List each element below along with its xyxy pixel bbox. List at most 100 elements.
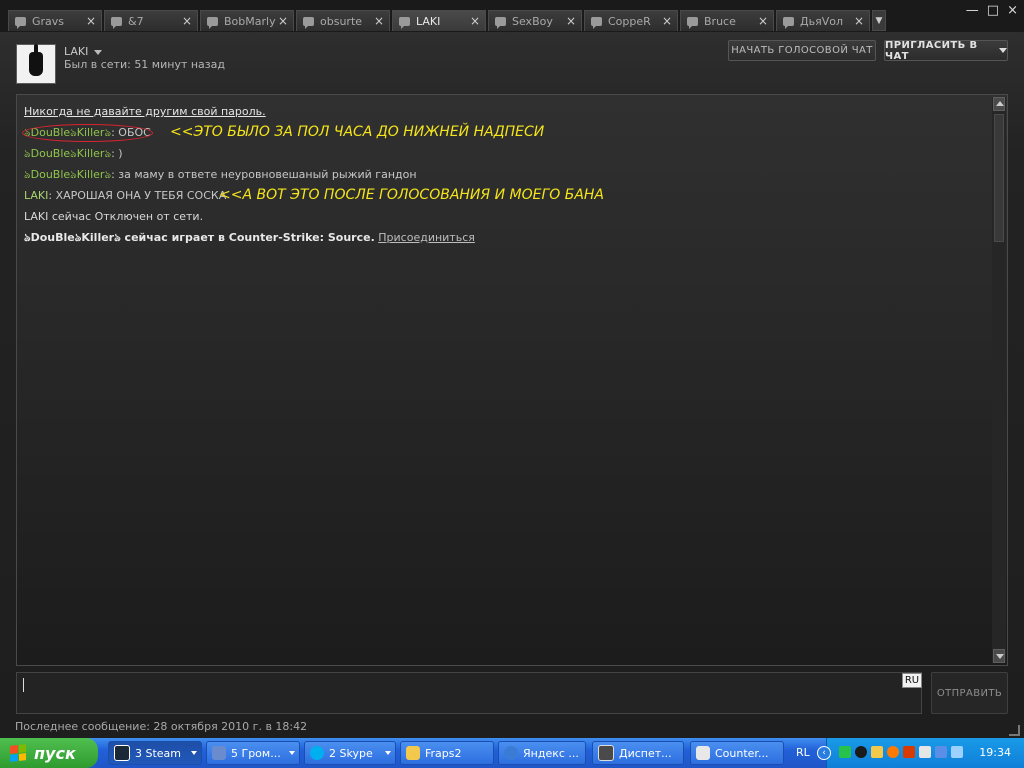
chat-message: LAKI: ХАРОШАЯ ОНА У ТЕБЯ СОСКА <<А ВОТ Э… bbox=[24, 185, 984, 206]
tab-bobmarly[interactable]: BobMarly × bbox=[200, 10, 294, 31]
chat-window: LAKI Был в сети: 51 минут назад НАЧАТЬ Г… bbox=[0, 32, 1024, 738]
tray-expand-icon[interactable]: ‹ bbox=[817, 746, 831, 760]
tray-app-icon[interactable] bbox=[839, 746, 851, 758]
resize-grip-icon[interactable] bbox=[1009, 725, 1020, 736]
close-icon[interactable]: × bbox=[758, 14, 768, 28]
taskbar-button-skype[interactable]: 2 Skype bbox=[304, 741, 396, 765]
close-icon[interactable]: × bbox=[662, 14, 672, 28]
taskbar-label: 5 Гром... bbox=[231, 746, 281, 760]
join-game-link[interactable]: Присоединиться bbox=[378, 231, 475, 244]
input-language-indicator: RU bbox=[902, 673, 922, 688]
tab-label: &7 bbox=[128, 14, 144, 28]
taskbar-label: Fraps2 bbox=[425, 746, 462, 760]
tab-laki[interactable]: LAKI × bbox=[392, 10, 486, 31]
tab-sexboy[interactable]: SexBoy × bbox=[488, 10, 582, 31]
taskbar-label: Counter... bbox=[715, 746, 769, 760]
close-icon[interactable]: × bbox=[374, 14, 384, 28]
invite-label: ПРИГЛАСИТЬ В ЧАТ bbox=[885, 39, 978, 62]
close-icon[interactable]: × bbox=[470, 14, 480, 28]
tab-strip: Gravs × &7 × BobMarly × obsurte × LAKI × SexB… bbox=[0, 0, 1024, 32]
chat-bubble-icon bbox=[111, 16, 122, 29]
scroll-down-arrow-icon[interactable] bbox=[993, 649, 1005, 663]
tab-obsurte[interactable]: obsurte × bbox=[296, 10, 390, 31]
chat-history: Никогда не давайте другим свой пароль. ঌ… bbox=[16, 94, 1008, 666]
window-icon bbox=[212, 746, 226, 760]
taskbar-button-counter-strike[interactable]: Counter... bbox=[690, 741, 784, 765]
network-icon[interactable] bbox=[935, 746, 947, 758]
window-controls: — □ × bbox=[966, 3, 1018, 18]
chat-bubble-icon bbox=[399, 16, 410, 29]
tab-7[interactable]: &7 × bbox=[104, 10, 198, 31]
close-icon[interactable]: × bbox=[278, 14, 288, 28]
chat-scrollbar[interactable] bbox=[992, 97, 1006, 663]
system-tray: ‹ 19:34 bbox=[817, 738, 1024, 768]
chat-bubble-icon bbox=[495, 16, 506, 29]
scrollbar-thumb[interactable] bbox=[994, 114, 1004, 242]
tray-app-icon[interactable] bbox=[871, 746, 883, 758]
taskbar: пуск 3 Steam 5 Гром... 2 Skype Fraps2 Ян… bbox=[0, 738, 1024, 768]
chat-bubble-icon bbox=[15, 16, 26, 29]
folder-icon bbox=[406, 746, 420, 760]
volume-icon[interactable] bbox=[919, 746, 931, 758]
friend-name-menu[interactable]: LAKI bbox=[64, 45, 103, 58]
close-icon[interactable]: × bbox=[86, 14, 96, 28]
taskbar-button-steam[interactable]: 3 Steam bbox=[108, 741, 202, 765]
tray-app-icon[interactable] bbox=[903, 746, 915, 758]
status-message: ঌDouBleঌKillerঌ сейчас играет в Counter-… bbox=[24, 227, 984, 248]
close-icon[interactable]: × bbox=[182, 14, 192, 28]
chat-message: ঌDouBleঌKillerঌ: ОБОС <<ЭТО БЫЛО ЗА ПОЛ … bbox=[22, 122, 984, 143]
message-list: Никогда не давайте другим свой пароль. ঌ… bbox=[22, 101, 984, 248]
browser-icon bbox=[504, 746, 518, 760]
start-button[interactable]: пуск bbox=[0, 738, 98, 768]
send-button[interactable]: ОТПРАВИТЬ bbox=[931, 672, 1008, 714]
tab-label: Bruce bbox=[704, 14, 736, 28]
chevron-down-icon bbox=[289, 751, 295, 755]
close-window-button[interactable]: × bbox=[1007, 3, 1018, 18]
tab-bruce[interactable]: Bruce × bbox=[680, 10, 774, 31]
tab-overflow-button[interactable]: ▼ bbox=[872, 10, 886, 31]
start-label: пуск bbox=[34, 743, 76, 763]
close-icon[interactable]: × bbox=[854, 14, 864, 28]
windows-logo-icon bbox=[10, 744, 26, 762]
friend-name: LAKI bbox=[64, 45, 89, 58]
tab-gravs[interactable]: Gravs × bbox=[8, 10, 102, 31]
taskbar-button-fraps[interactable]: Fraps2 bbox=[400, 741, 494, 765]
message-sender[interactable]: ঌDouBleঌKillerঌ bbox=[24, 147, 111, 160]
chevron-down-icon: ▼ bbox=[875, 15, 883, 26]
chevron-down-icon bbox=[385, 751, 391, 755]
language-bar[interactable]: RL bbox=[796, 746, 810, 759]
taskbar-label: Диспет... bbox=[619, 746, 672, 760]
chat-message: ঌDouBleঌKillerঌ: за маму в ответе неуров… bbox=[24, 164, 984, 185]
skype-icon bbox=[310, 746, 324, 760]
maximize-button[interactable]: □ bbox=[987, 3, 999, 18]
close-icon[interactable]: × bbox=[566, 14, 576, 28]
taskbar-button-yandex[interactable]: Яндекс ... bbox=[498, 741, 586, 765]
scroll-up-arrow-icon[interactable] bbox=[993, 97, 1005, 111]
chevron-down-icon bbox=[999, 48, 1007, 53]
tab-copper[interactable]: CoppeR × bbox=[584, 10, 678, 31]
tab-dyavol[interactable]: ДьяVол × bbox=[776, 10, 870, 31]
message-input[interactable]: RU bbox=[16, 672, 922, 714]
red-highlight-circle bbox=[22, 124, 153, 142]
chat-message: ঌDouBleঌKillerঌ: ) bbox=[24, 143, 984, 164]
tray-app-icon[interactable] bbox=[951, 746, 963, 758]
chat-bubble-icon bbox=[687, 16, 698, 29]
chat-bubble-icon bbox=[783, 16, 794, 29]
avatar[interactable] bbox=[16, 44, 56, 84]
minimize-button[interactable]: — bbox=[966, 3, 979, 18]
annotation-text: <<ЭТО БЫЛО ЗА ПОЛ ЧАСА ДО НИЖНЕЙ НАДПЕСИ bbox=[170, 124, 545, 140]
taskbar-button-grom[interactable]: 5 Гром... bbox=[206, 741, 300, 765]
message-text: : за маму в ответе неуровновешаный рыжий… bbox=[111, 168, 417, 181]
invite-to-chat-button[interactable]: ПРИГЛАСИТЬ В ЧАТ bbox=[884, 39, 1008, 62]
message-sender[interactable]: LAKI bbox=[24, 189, 48, 202]
start-voice-chat-button[interactable]: НАЧАТЬ ГОЛОСОВОЙ ЧАТ bbox=[728, 40, 876, 61]
chat-bubble-icon bbox=[207, 16, 218, 29]
tray-app-icon[interactable] bbox=[887, 746, 899, 758]
taskbar-button-task-manager[interactable]: Диспет... bbox=[592, 741, 684, 765]
clock: 19:34 bbox=[979, 746, 1011, 759]
tray-steam-icon[interactable] bbox=[855, 746, 867, 758]
tab-label: Gravs bbox=[32, 14, 65, 28]
tab-label: ДьяVол bbox=[800, 14, 843, 28]
message-sender[interactable]: ঌDouBleঌKillerঌ bbox=[24, 168, 111, 181]
status-message: LAKI сейчас Отключен от сети. bbox=[24, 206, 984, 227]
